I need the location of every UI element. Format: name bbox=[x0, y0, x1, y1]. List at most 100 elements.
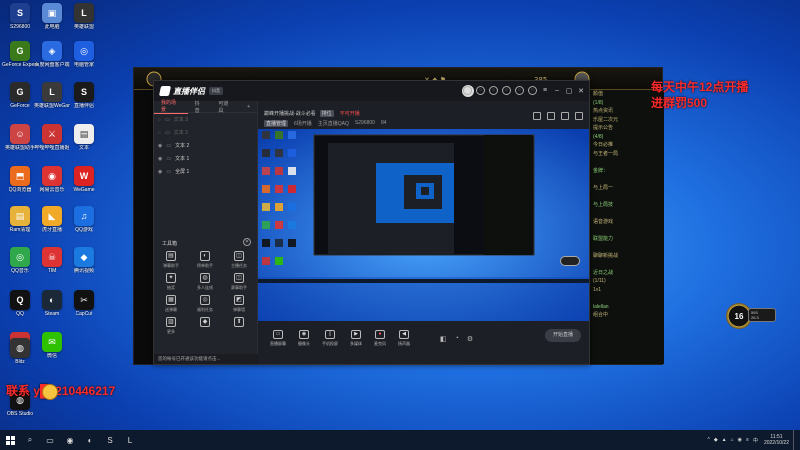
add-source-button[interactable]: ◀ 扬声器 bbox=[398, 330, 410, 347]
eye-icon[interactable]: ◉ bbox=[158, 156, 162, 162]
scene-tab[interactable]: 抖音 bbox=[188, 100, 212, 114]
taskbar-app-icon[interactable]: S bbox=[100, 430, 120, 450]
social-panel-row[interactable] bbox=[590, 158, 664, 167]
desktop-icon[interactable]: ⬒ QQ浏览器 bbox=[2, 166, 38, 193]
desktop-icon[interactable]: ☺ 英雄联盟助手 bbox=[2, 124, 38, 151]
desktop-icon[interactable]: Q QQ bbox=[2, 290, 38, 317]
toolbox-tool[interactable]: ✦ 抽奖 bbox=[154, 273, 188, 291]
skin-icon[interactable]: ◌ bbox=[528, 86, 537, 95]
desktop-icon[interactable]: ✉ 微信 bbox=[34, 332, 70, 359]
desktop-icon[interactable]: ◣ 虎牙直播 bbox=[34, 206, 70, 233]
toolbox-tool[interactable]: ▤ 弹幕助手 bbox=[154, 251, 188, 269]
source-item[interactable]: ◉ ▭ 文本 1 bbox=[154, 152, 257, 165]
add-source-button[interactable]: ◉ 摄像头 bbox=[298, 330, 310, 347]
social-panel-row[interactable]: 聊聊新挑战 bbox=[590, 252, 664, 261]
source-item[interactable]: ◌ ▭ 文本 3 bbox=[154, 113, 257, 126]
clock[interactable]: 11:51 2022/10/22 bbox=[764, 434, 789, 446]
social-panel-row[interactable] bbox=[590, 260, 664, 269]
headset-icon[interactable]: ◌ bbox=[463, 86, 472, 95]
toolbox-tool[interactable]: ◆ bbox=[188, 317, 222, 335]
close-button[interactable]: ✕ bbox=[577, 87, 585, 95]
level-widget[interactable]: 16 593 26.3 bbox=[726, 303, 776, 329]
desktop-icon[interactable]: S 直播伴侣 bbox=[66, 82, 102, 109]
desktop-icon[interactable]: G GeForce bbox=[2, 82, 38, 109]
taskbar-app-icon[interactable]: ⌕ bbox=[20, 430, 40, 450]
social-panel-row[interactable]: 语音游戏 bbox=[590, 218, 664, 227]
desktop-icon[interactable]: L 英雄联盟 bbox=[66, 3, 102, 30]
lock-icon[interactable] bbox=[533, 112, 541, 120]
tray-icon[interactable]: ≡ bbox=[746, 437, 749, 444]
message-icon[interactable]: ◌ bbox=[476, 86, 485, 95]
desktop-icon[interactable]: ◐ Steam bbox=[34, 290, 70, 317]
tray-icon[interactable]: ▲ bbox=[722, 437, 727, 444]
shop-icon[interactable] bbox=[575, 112, 583, 120]
desktop-icon[interactable]: ▣ 此电脑 bbox=[34, 3, 70, 30]
social-panel-row[interactable]: 联盟能力 bbox=[590, 235, 664, 244]
social-panel-row[interactable] bbox=[590, 294, 664, 303]
desktop-icon[interactable]: ✂ CapCut bbox=[66, 290, 102, 317]
social-panel-row[interactable]: 乐屋二次元 bbox=[590, 116, 664, 125]
toolbox-tool[interactable]: ◎ 福利任务 bbox=[188, 295, 222, 313]
desktop-icon[interactable]: ◍ Blitz bbox=[2, 338, 38, 365]
scene-tab[interactable]: 可道具 bbox=[211, 100, 240, 114]
social-panel-row[interactable] bbox=[590, 226, 664, 235]
data-icon[interactable] bbox=[561, 112, 569, 120]
toolbox-tool[interactable]: ◩ 弹幕墙 bbox=[222, 295, 256, 313]
settings-icon[interactable]: ◌ bbox=[515, 86, 524, 95]
desktop-icon[interactable]: GGeForce Experience bbox=[2, 41, 38, 68]
desktop-icon[interactable]: ♫ QQ游戏 bbox=[66, 206, 102, 233]
stream-meta-item[interactable]: 直播管理 bbox=[264, 120, 289, 127]
eye-off-icon[interactable]: ◌ bbox=[158, 117, 161, 123]
add-source-button[interactable]: ▭ 直播屏幕 bbox=[270, 330, 286, 347]
social-panel-row[interactable]: 与上局技 bbox=[590, 201, 664, 210]
desktop-icon[interactable]: ◎ QQ音乐 bbox=[2, 247, 38, 274]
add-scene-icon[interactable]: + bbox=[240, 104, 257, 110]
desktop-icon[interactable]: W WeGame bbox=[66, 166, 102, 193]
gear-icon[interactable]: ⚙ bbox=[467, 335, 473, 343]
taskbar-app-icon[interactable]: ▭ bbox=[40, 430, 60, 450]
desktop-icon[interactable]: L英雄联盟WeGame版 bbox=[34, 82, 70, 109]
toolbox-tool[interactable]: ⬆ bbox=[222, 317, 256, 335]
tray-icon[interactable]: ⌂ bbox=[731, 437, 734, 444]
gift-icon[interactable]: ◌ bbox=[489, 86, 498, 95]
social-panel-row[interactable]: 今日必推 bbox=[590, 141, 664, 150]
source-item[interactable]: ◉ ▭ 文本 2 bbox=[154, 139, 257, 152]
tray-icon[interactable]: ◉ bbox=[738, 437, 742, 444]
social-panel-row[interactable]: (4/8) bbox=[590, 133, 664, 142]
desktop-icon[interactable]: ◎ 电脑管家 bbox=[66, 41, 102, 68]
social-panel-row[interactable]: (1/11) bbox=[590, 277, 664, 286]
toolbox-tool[interactable]: ◫ 赛事助手 bbox=[222, 273, 256, 291]
add-source-button[interactable]: ▯ 手机投屏 bbox=[322, 330, 338, 347]
stream-title[interactable]: 巅峰开播挑战·战斗必看 bbox=[264, 110, 316, 117]
add-source-button[interactable]: ● 麦克风 bbox=[374, 330, 386, 347]
social-panel-row[interactable] bbox=[590, 175, 664, 184]
taskbar-app-icon[interactable]: ◉ bbox=[60, 430, 80, 450]
taskbar-app-icon[interactable]: ◐ bbox=[80, 430, 100, 450]
floating-toggle-widget[interactable] bbox=[560, 256, 580, 266]
social-panel-row[interactable] bbox=[590, 209, 664, 218]
game-social-panel[interactable]: 颜值 (1/8) 热点资讯 乐屋二次元 提示公告 (4/8) 今日必推 与王者一局 金牌： 与上局… bbox=[590, 90, 664, 364]
desktop-icon[interactable]: ▤ 文本 bbox=[66, 124, 102, 151]
windows-start-button[interactable] bbox=[0, 430, 20, 450]
share-icon[interactable] bbox=[547, 112, 555, 120]
show-desktop-button[interactable] bbox=[793, 430, 796, 450]
toolbox-tool[interactable]: ▨ 更多 bbox=[154, 317, 188, 335]
toolbox-tool[interactable]: ◐ 榜单助手 bbox=[188, 251, 222, 269]
desktop-icon[interactable]: ◆ 腾讯视频 bbox=[66, 247, 102, 274]
scene-tab[interactable]: 我的场景 bbox=[154, 99, 188, 114]
start-live-button[interactable]: 开始直播 bbox=[545, 329, 581, 342]
tray-icon[interactable]: ^ bbox=[707, 437, 709, 444]
social-panel-row[interactable]: lalellan bbox=[590, 303, 664, 312]
social-panel-row[interactable]: 组合中 bbox=[590, 311, 664, 320]
desktop-icon[interactable]: ☠ TIM bbox=[34, 247, 70, 274]
social-panel-row[interactable]: 金牌： bbox=[590, 167, 664, 176]
stream-category-tag[interactable]: 排位 bbox=[319, 110, 334, 117]
toolbox-tool[interactable]: ◍ 多人连线 bbox=[188, 273, 222, 291]
stream-preview[interactable] bbox=[258, 129, 589, 321]
eye-icon[interactable]: ◉ bbox=[158, 143, 162, 149]
desktop-icon[interactable]: ▤ Ram清理 bbox=[2, 206, 38, 233]
social-panel-row[interactable] bbox=[590, 243, 664, 252]
eye-icon[interactable]: ◉ bbox=[158, 169, 162, 175]
add-source-button[interactable]: ▶ 多媒体 bbox=[350, 330, 362, 347]
social-panel-row[interactable]: 与上局一 bbox=[590, 184, 664, 193]
